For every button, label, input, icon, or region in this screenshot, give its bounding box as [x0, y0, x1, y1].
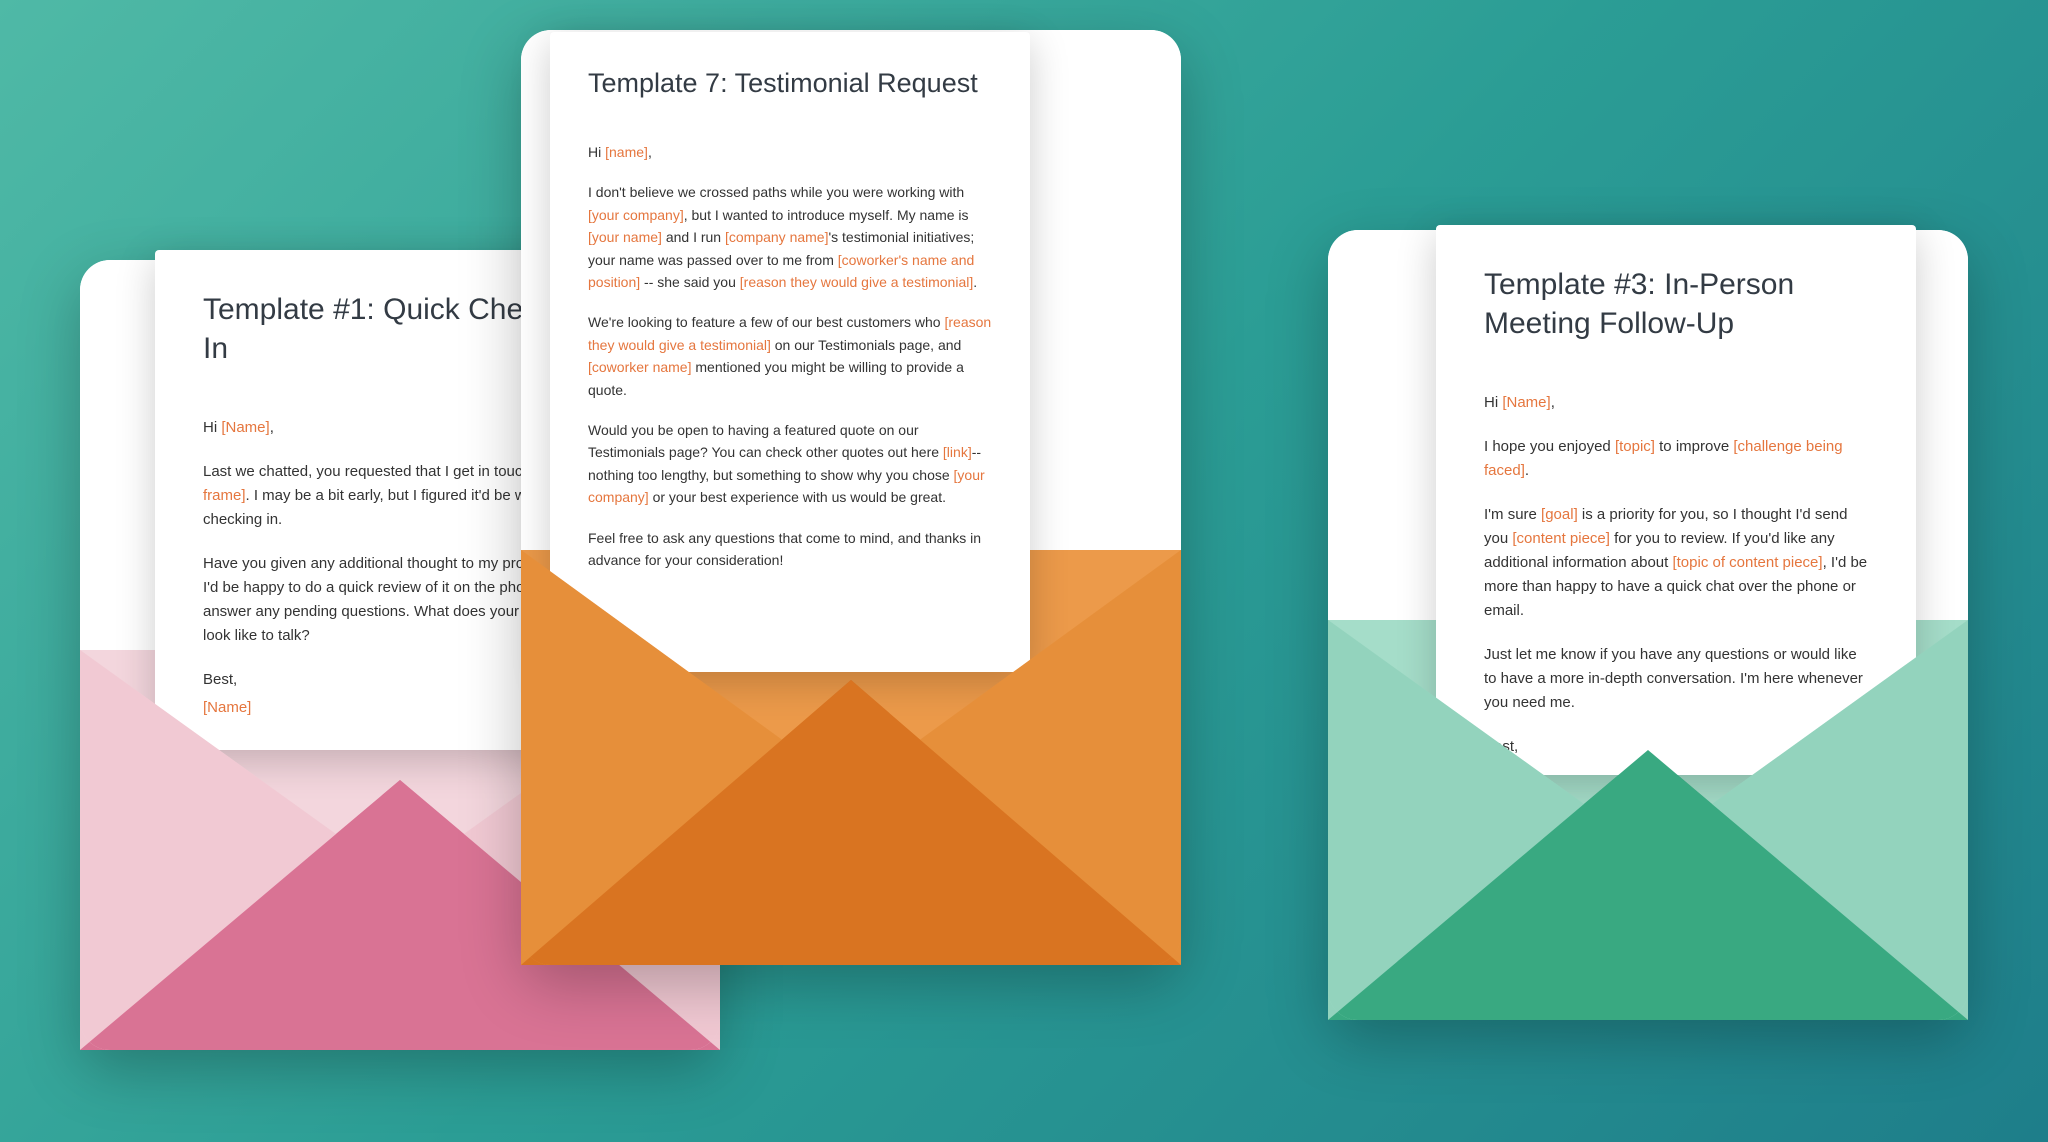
- placeholder-content-piece: [content piece]: [1512, 530, 1610, 547]
- placeholder-company: [your company]: [588, 207, 684, 223]
- paragraph: Would you be open to having a featured q…: [588, 419, 992, 509]
- paragraph: I hope you enjoyed [topic] to improve [c…: [1484, 435, 1868, 483]
- placeholder-coworkername: [coworker name]: [588, 359, 691, 375]
- text: to improve: [1655, 438, 1733, 455]
- text: Would you be open to having a featured q…: [588, 422, 943, 460]
- text: I hope you enjoyed: [1484, 438, 1615, 455]
- placeholder-link: [link]: [943, 444, 972, 460]
- text: -- she said you: [640, 274, 740, 290]
- text: ,: [1551, 394, 1555, 411]
- placeholder-name: [name]: [605, 144, 648, 160]
- paragraph: We're looking to feature a few of our be…: [588, 311, 992, 401]
- placeholder-content-topic: [topic of content piece]: [1672, 554, 1822, 571]
- placeholder-name: [Name]: [221, 419, 269, 436]
- greeting: Hi [name],: [588, 141, 992, 163]
- text: on our Testimonials page, and: [771, 337, 961, 353]
- text: I'm sure: [1484, 506, 1541, 523]
- text: or your best experience with us would be…: [649, 489, 946, 505]
- text: .: [1525, 462, 1529, 479]
- paragraph: I'm sure [goal] is a priority for you, s…: [1484, 503, 1868, 623]
- text: Last we chatted, you requested that I ge…: [203, 463, 551, 480]
- placeholder-reason: [reason they would give a testimonial]: [740, 274, 973, 290]
- paragraph: I don't believe we crossed paths while y…: [588, 181, 992, 293]
- signature: [Name]: [1484, 763, 1868, 787]
- placeholder-name: [Name]: [1502, 394, 1550, 411]
- text: I don't believe we crossed paths while y…: [588, 184, 964, 200]
- text: We're looking to feature a few of our be…: [588, 314, 944, 330]
- placeholder-topic: [topic]: [1615, 438, 1655, 455]
- paragraph: Feel free to ask any questions that come…: [588, 527, 992, 572]
- placeholder-yourname: [your name]: [588, 229, 662, 245]
- signoff: Best,: [1484, 735, 1868, 759]
- text: ,: [648, 144, 652, 160]
- template-title: Template #3: In-Person Meeting Follow-Up: [1484, 265, 1868, 343]
- greeting: Hi [Name],: [1484, 391, 1868, 415]
- template-title: Template 7: Testimonial Request: [588, 66, 992, 101]
- placeholder-companyname: [company name]: [725, 229, 829, 245]
- text: Hi: [203, 419, 221, 436]
- paragraph: Just let me know if you have any questio…: [1484, 643, 1868, 715]
- text: , but I wanted to introduce myself. My n…: [684, 207, 969, 223]
- placeholder-goal: [goal]: [1541, 506, 1578, 523]
- text: Hi: [1484, 394, 1502, 411]
- text: . I may be a bit early, but I figured it…: [203, 487, 552, 528]
- text: ,: [270, 419, 274, 436]
- template-doc-center: Template 7: Testimonial Request Hi [name…: [550, 32, 1030, 672]
- text: and I run: [662, 229, 725, 245]
- text: Hi: [588, 144, 605, 160]
- template-doc-right: Template #3: In-Person Meeting Follow-Up…: [1436, 225, 1916, 775]
- text: .: [973, 274, 977, 290]
- placeholder-name: [Name]: [203, 699, 251, 716]
- placeholder-name: [Name]: [1484, 766, 1532, 783]
